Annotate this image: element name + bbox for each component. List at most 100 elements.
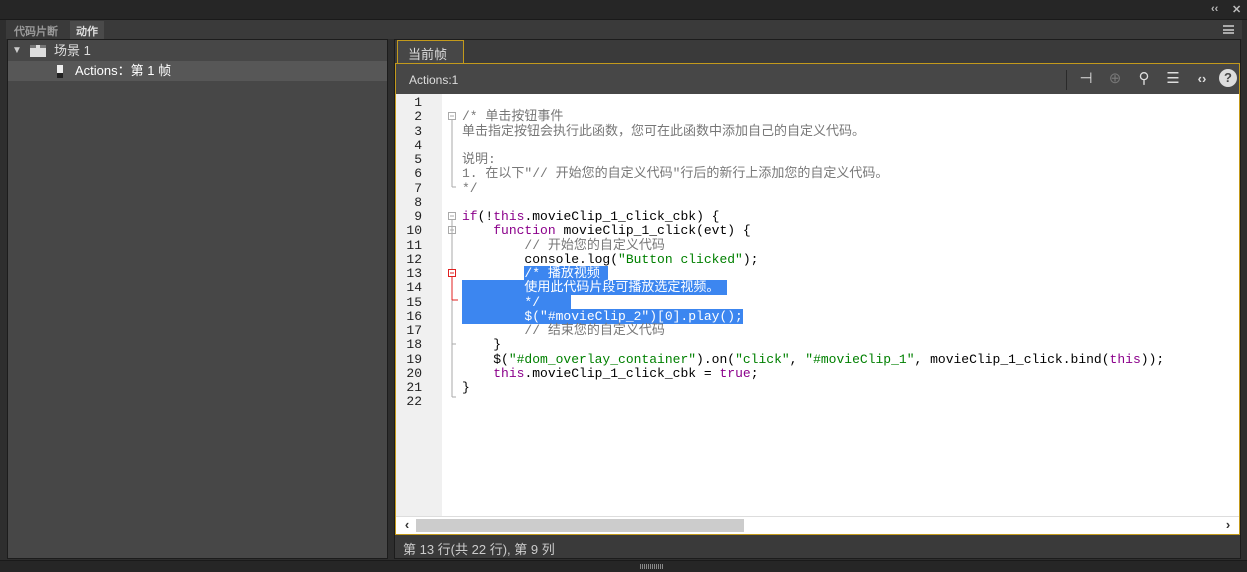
code-token: ;	[750, 365, 759, 381]
code-line[interactable]: function movieClip_1_click(evt) {	[462, 224, 1164, 238]
code-line[interactable]: this.movieClip_1_click_cbk = true;	[462, 365, 1164, 381]
status-bar: 第 13 行(共 22 行), 第 9 列	[403, 542, 555, 557]
tree-item-frame-actions[interactable]: Actions：第 1 帧	[8, 61, 387, 81]
line-number: 1	[414, 95, 422, 110]
close-panel-button[interactable]: ✕	[1232, 3, 1241, 16]
collapse-panel-button[interactable]: ‹‹	[1211, 3, 1218, 15]
code-line[interactable]: 使用此代码片段可播放选定视频。	[462, 280, 1164, 296]
line-number: 18	[406, 337, 422, 353]
code-line[interactable]: */	[462, 180, 1164, 196]
help-icon[interactable]: ?	[1219, 69, 1237, 87]
resize-grip[interactable]	[640, 564, 663, 569]
line-number: 8	[414, 194, 422, 210]
tab-current-frame[interactable]: 当前帧	[397, 40, 464, 64]
code-line[interactable]: }	[462, 338, 1164, 352]
tab-actions[interactable]: 动作	[70, 21, 104, 39]
code-token: movieClip_1_click(evt) {	[555, 223, 751, 239]
line-number: 7	[414, 180, 422, 196]
code-token: console.log(	[462, 251, 619, 267]
code-line[interactable]	[462, 196, 1164, 210]
selected-code: $("#movieClip_2")[0].play();	[462, 308, 743, 324]
bottom-bar	[0, 560, 1247, 572]
code-token: if	[462, 209, 478, 224]
frame-label: Actions：第 1 帧	[75, 63, 172, 78]
code-token: , movieClip_1_click.bind(	[914, 351, 1110, 367]
search-icon[interactable]: ⚲	[1134, 69, 1154, 89]
line-number: 22	[406, 394, 422, 410]
code-line[interactable]: // 开始您的自定义代码	[462, 237, 1164, 253]
line-number: 21	[406, 380, 422, 395]
target-icon[interactable]: ⊕	[1105, 69, 1125, 89]
code-token: $(	[462, 351, 509, 367]
line-number: 4	[414, 137, 422, 153]
code-token: "#movieClip_1"	[805, 351, 915, 367]
pin-icon[interactable]: ⊣	[1076, 69, 1096, 89]
code-line[interactable]	[462, 395, 1164, 409]
line-number: 6	[414, 166, 422, 182]
code-token: this	[1109, 351, 1141, 367]
horizontal-scrollbar[interactable]: ‹ ›	[396, 516, 1239, 534]
code-line[interactable]: console.log("Button clicked");	[462, 251, 1164, 267]
scroll-right-icon[interactable]: ›	[1219, 517, 1237, 534]
code-token: // 开始您的自定义代码	[524, 237, 665, 253]
code-line[interactable]: 单击指定按钮会执行此函数，您可在此函数中添加自己的自定义代码。	[462, 123, 1164, 139]
code-editor[interactable]: 1 2 3 4 5 6 7 8 9 10 11 12 13 14 15 16 17 18 19 20 21 22 /* 单…	[396, 94, 1239, 516]
line-number: 17	[406, 323, 422, 338]
code-line[interactable]: // 结束您的自定义代码	[462, 323, 1164, 338]
code-token: }	[462, 337, 502, 353]
line-number: 5	[414, 152, 422, 167]
code-line[interactable]: */	[462, 294, 1164, 310]
line-number: 11	[406, 237, 422, 253]
scrollbar-thumb[interactable]	[416, 519, 744, 532]
line-number: 15	[406, 294, 422, 310]
script-navigator: ▼ 场景 1 Actions：第 1 帧	[7, 39, 388, 559]
expand-triangle-icon[interactable]: ▼	[12, 41, 22, 61]
code-token: }	[462, 380, 470, 395]
code-hints-icon[interactable]: ‹›	[1192, 69, 1212, 89]
code-token: */	[462, 180, 478, 196]
tree-item-scene[interactable]: ▼ 场景 1	[8, 41, 387, 61]
code-text[interactable]: /* 单击按钮事件 单击指定按钮会执行此函数，您可在此函数中添加自己的自定义代码。…	[462, 96, 1164, 410]
format-code-icon[interactable]: ☰	[1163, 69, 1183, 89]
code-token: (!	[477, 209, 494, 224]
code-token: ).on(	[696, 351, 736, 367]
scroll-left-icon[interactable]: ‹	[398, 517, 416, 534]
code-token: ,	[789, 351, 806, 367]
code-token: 单击指定按钮会执行此函数，您可在此函数中添加自己的自定义代码。	[462, 123, 866, 139]
scene-label: 场景 1	[54, 43, 91, 58]
panel-menu-icon[interactable]	[1223, 25, 1234, 34]
code-line[interactable]: $("#movieClip_2")[0].play();	[462, 308, 1164, 324]
code-line[interactable]: 1. 在以下"// 开始您的自定义代码"行后的新行上添加您的自定义代码。	[462, 167, 1164, 181]
code-token: "Button clicked"	[618, 251, 743, 267]
script-name: Actions:1	[409, 73, 459, 87]
editor-toolbar: Actions:1 ⊣ ⊕ ⚲ ☰ ‹› ?	[396, 64, 1239, 94]
fold-column	[442, 94, 460, 516]
line-number: 20	[406, 365, 422, 381]
code-token: );	[742, 251, 759, 267]
code-token: .movieClip_1_click_cbk) {	[524, 209, 720, 224]
code-token: true	[719, 365, 751, 381]
editor-panel: 当前帧 Actions:1 ⊣ ⊕ ⚲ ☰ ‹› ? 1 2 3 4 5 6 7 8 9 10 11…	[394, 39, 1241, 559]
code-token: ));	[1140, 351, 1165, 367]
line-number: 9	[414, 209, 422, 224]
tab-code-snippets[interactable]: 代码片断	[8, 21, 64, 39]
code-line[interactable]: if(!this.movieClip_1_click_cbk) {	[462, 209, 1164, 224]
code-line[interactable]	[462, 96, 1164, 110]
line-number: 16	[406, 308, 422, 324]
code-line[interactable]: }	[462, 380, 1164, 395]
scene-clapper-icon	[30, 45, 46, 57]
code-line[interactable]: $("#dom_overlay_container").on("click" , …	[462, 351, 1165, 367]
code-line[interactable]: /* 单击按钮事件	[462, 110, 1164, 124]
line-number: 13	[406, 266, 422, 281]
selected-code: */	[462, 294, 572, 310]
code-token: this	[493, 365, 525, 381]
panel-tabs: 代码片断 动作	[6, 20, 1242, 39]
code-token: 说明:	[462, 152, 496, 167]
code-token: // 结束您的自定义代码	[524, 323, 665, 338]
code-token: /* 单击按钮事件	[462, 109, 564, 125]
code-line[interactable]	[462, 139, 1164, 153]
code-token: this	[493, 209, 525, 224]
line-number: 3	[414, 123, 422, 139]
